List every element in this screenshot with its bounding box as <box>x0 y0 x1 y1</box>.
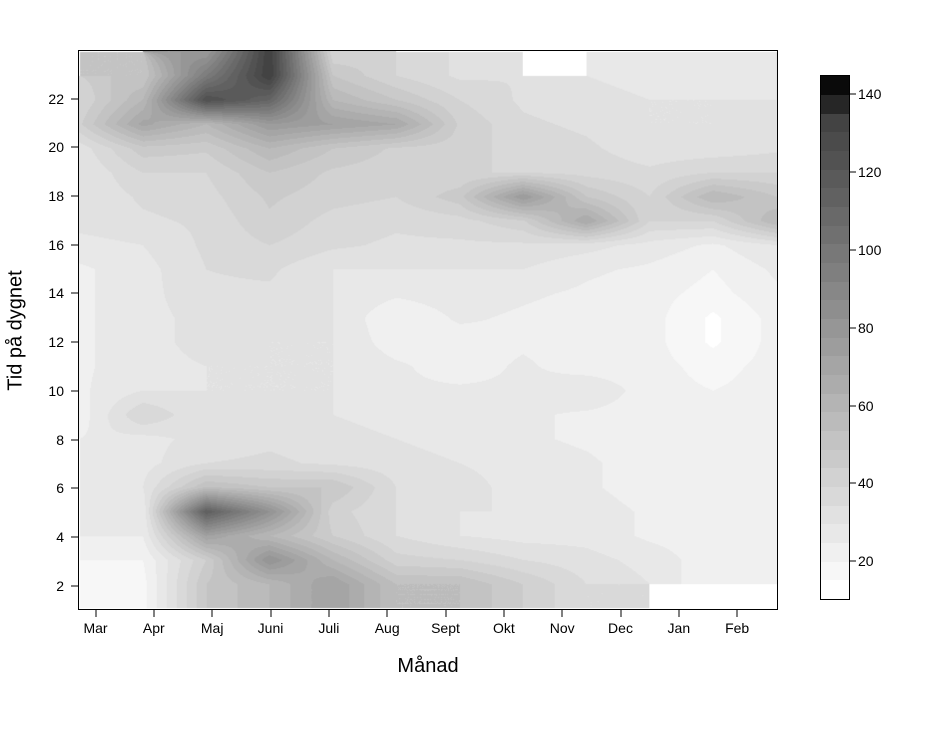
y-tick-label: 16 <box>24 237 64 253</box>
y-tick-mark <box>71 98 78 99</box>
y-tick-label: 2 <box>24 578 64 594</box>
legend-swatch <box>821 431 849 450</box>
heatmap-chart: Tid på dygnet 246810121416182022 MarAprM… <box>0 0 934 731</box>
y-tick-label: 18 <box>24 188 64 204</box>
legend-swatch <box>821 114 849 133</box>
y-tick-mark <box>71 293 78 294</box>
legend-swatch <box>821 170 849 189</box>
x-axis-label: Månad <box>78 655 778 678</box>
legend-swatch <box>821 412 849 431</box>
x-tick-mark <box>212 610 213 617</box>
legend-swatch <box>821 580 849 599</box>
y-tick-mark <box>71 147 78 148</box>
legend-swatch <box>821 132 849 151</box>
x-tick-label: Dec <box>608 620 633 636</box>
legend-colorbar <box>820 75 850 600</box>
y-tick-label: 12 <box>24 334 64 350</box>
legend-swatch <box>821 487 849 506</box>
y-tick-mark <box>71 196 78 197</box>
x-tick-mark <box>737 610 738 617</box>
legend-swatch <box>821 76 849 95</box>
legend-swatch <box>821 506 849 525</box>
x-tick-label: Mar <box>83 620 107 636</box>
x-tick-mark <box>270 610 271 617</box>
x-tick-mark <box>445 610 446 617</box>
legend-swatch <box>821 244 849 263</box>
legend-swatch <box>821 356 849 375</box>
y-axis: 2 4 6 8 10 12 14 16 18 20 22 <box>0 50 78 610</box>
x-tick-mark <box>503 610 504 617</box>
x-tick-label: Aug <box>375 620 400 636</box>
legend-tick-mark <box>850 94 856 95</box>
x-tick-label: Apr <box>143 620 165 636</box>
legend-tick-label: 100 <box>858 242 881 258</box>
x-tick-label: Sept <box>431 620 460 636</box>
y-tick-label: 4 <box>24 529 64 545</box>
x-tick-label: Juli <box>318 620 339 636</box>
heatmap-canvas <box>79 51 777 609</box>
y-tick-mark <box>71 390 78 391</box>
x-tick-label: Feb <box>725 620 749 636</box>
x-tick-mark <box>620 610 621 617</box>
legend-swatch <box>821 562 849 581</box>
legend-tick-label: 60 <box>858 398 874 414</box>
y-tick-label: 10 <box>24 383 64 399</box>
legend-tick-label: 40 <box>858 475 874 491</box>
legend-ticks: 20 40 60 80 100 120 140 <box>850 75 910 600</box>
x-tick-label: Juni <box>258 620 284 636</box>
x-tick-mark <box>562 610 563 617</box>
legend-swatch <box>821 207 849 226</box>
x-tick-label: Jan <box>668 620 691 636</box>
legend-tick-mark <box>850 561 856 562</box>
legend-swatch <box>821 375 849 394</box>
plot-area <box>78 50 778 610</box>
y-tick-label: 8 <box>24 432 64 448</box>
y-tick-mark <box>71 439 78 440</box>
y-tick-mark <box>71 488 78 489</box>
y-tick-mark <box>71 244 78 245</box>
x-tick-mark <box>153 610 154 617</box>
legend-tick-mark <box>850 250 856 251</box>
legend-tick-mark <box>850 483 856 484</box>
x-tick-label: Okt <box>493 620 515 636</box>
y-tick-label: 20 <box>24 139 64 155</box>
y-tick-label: 22 <box>24 91 64 107</box>
legend-swatch <box>821 151 849 170</box>
legend-swatch <box>821 300 849 319</box>
x-tick-label: Nov <box>550 620 575 636</box>
legend-swatch <box>821 226 849 245</box>
x-tick-mark <box>678 610 679 617</box>
legend-swatch <box>821 319 849 338</box>
legend-swatch <box>821 543 849 562</box>
y-tick-mark <box>71 585 78 586</box>
legend-tick-mark <box>850 172 856 173</box>
y-tick-label: 14 <box>24 285 64 301</box>
y-tick-mark <box>71 536 78 537</box>
legend-swatch <box>821 338 849 357</box>
legend-tick-label: 20 <box>858 553 874 569</box>
y-tick-mark <box>71 342 78 343</box>
legend-swatch <box>821 263 849 282</box>
legend-tick-mark <box>850 405 856 406</box>
legend-swatch <box>821 468 849 487</box>
legend-tick-mark <box>850 327 856 328</box>
x-tick-mark <box>387 610 388 617</box>
legend-swatch <box>821 524 849 543</box>
legend-tick-label: 80 <box>858 320 874 336</box>
legend-tick-label: 140 <box>858 86 881 102</box>
legend-swatch <box>821 450 849 469</box>
x-tick-label: Maj <box>201 620 224 636</box>
y-tick-label: 6 <box>24 480 64 496</box>
legend-swatch <box>821 95 849 114</box>
legend-swatch <box>821 282 849 301</box>
legend-swatch <box>821 394 849 413</box>
legend-swatch <box>821 188 849 207</box>
legend-tick-label: 120 <box>858 164 881 180</box>
x-tick-mark <box>328 610 329 617</box>
x-tick-mark <box>95 610 96 617</box>
